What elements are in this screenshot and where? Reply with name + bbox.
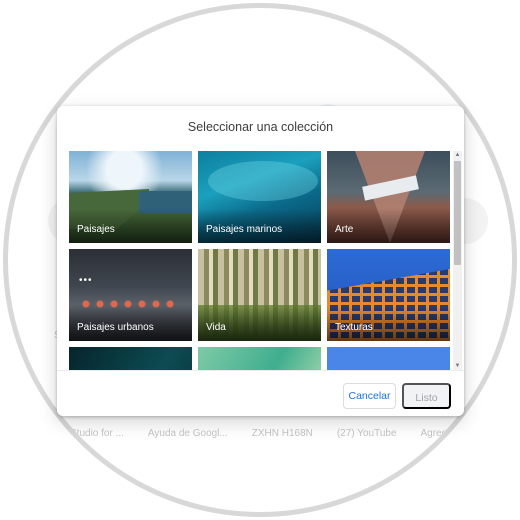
shortcut-label: Ayuda de Googl... [147,428,228,439]
collection-tile-texturas[interactable]: Texturas [327,249,450,341]
dialog-title: Seleccionar una colección [187,120,334,134]
collection-tile-arte[interactable]: Arte [327,151,450,243]
scroll-thumb[interactable] [454,161,461,265]
collection-tile-partial[interactable] [198,347,321,370]
collection-label: Paisajes urbanos [77,322,154,333]
shortcut-label: Studio for ... [70,428,124,439]
collection-label: Arte [335,224,354,235]
shortcut-label: (27) YouTube [336,428,397,439]
collection-tile-partial[interactable] [327,347,450,370]
select-collection-dialog: Seleccionar una colección Paisajes Paisa… [57,106,464,416]
grid-scrollbar[interactable]: ▲ ▼ [453,151,462,371]
collection-tile-vida[interactable]: Vida [198,249,321,341]
collection-tile-partial[interactable] [69,347,192,370]
collection-tile-paisajes-marinos[interactable]: Paisajes marinos [198,151,321,243]
collection-label: Paisajes [77,224,115,235]
collection-tile-paisajes[interactable]: Paisajes [69,151,192,243]
collection-label: Vida [206,322,226,333]
done-button[interactable]: Listo [402,383,451,409]
collection-label: Paisajes marinos [206,224,283,235]
footer-divider [57,370,464,371]
water-glow [208,161,318,201]
cancel-button[interactable]: Cancelar [343,383,396,409]
collection-grid: Paisajes Paisajes marinos Arte ••• Paisa… [69,151,451,370]
scroll-up-arrow-icon[interactable]: ▲ [453,151,462,160]
shortcut-label: Agregar un [420,428,470,439]
city-lights-dots: ••• [79,275,93,286]
shortcut-label: ZXHN H168N [251,428,313,439]
shortcut-row: Studio for ... Ayuda de Googl... ZXHN H1… [70,428,470,439]
collection-tile-paisajes-urbanos[interactable]: ••• Paisajes urbanos [69,249,192,341]
collection-label: Texturas [335,322,373,333]
